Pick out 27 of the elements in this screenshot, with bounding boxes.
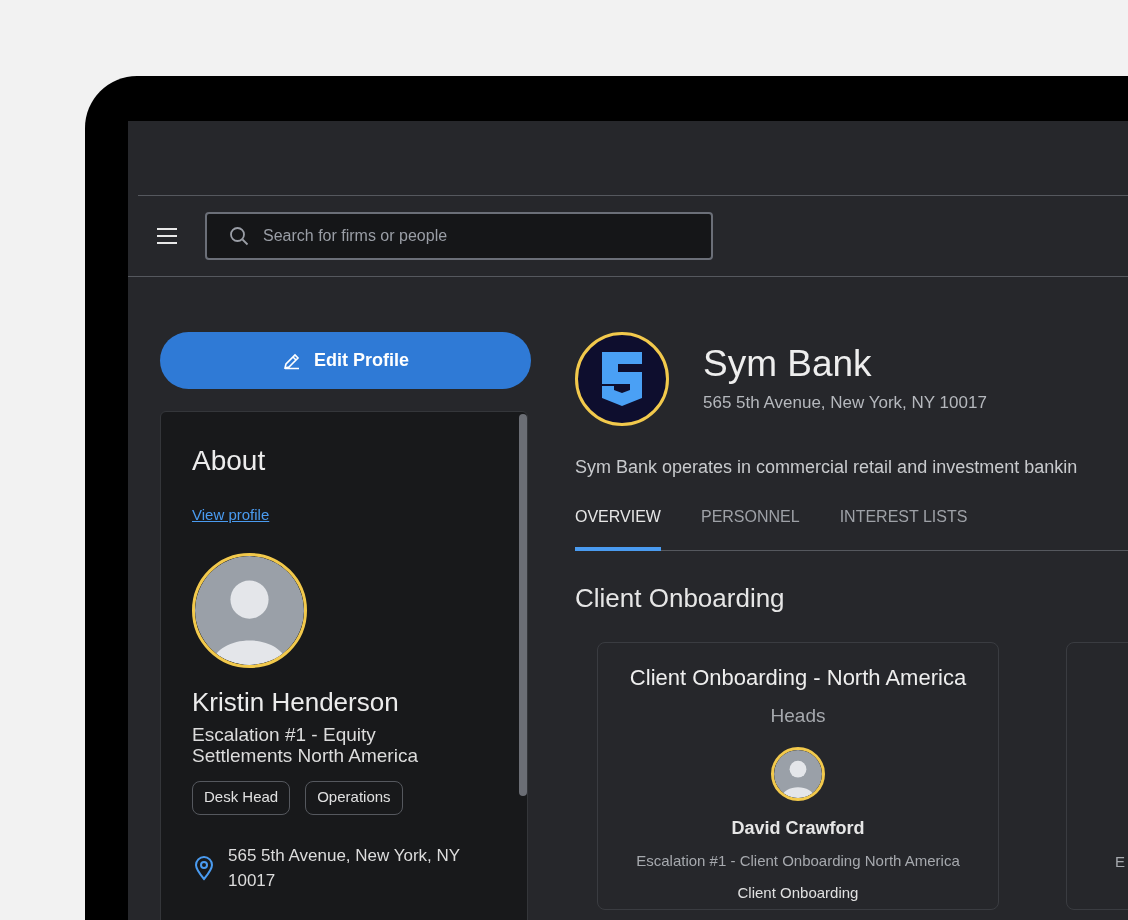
address-text: 565 5th Avenue, New York, NY 10017 (228, 844, 461, 892)
menu-icon[interactable] (155, 227, 179, 245)
about-title: About (192, 444, 267, 478)
tag: Operations (305, 780, 403, 815)
person-name: David Crawford (731, 816, 865, 840)
edit-profile-button[interactable]: Edit Profile (160, 332, 531, 389)
section-title: Client Onboarding (575, 582, 786, 615)
person-role: Escalation #1 - Equity Settlements North America (192, 723, 419, 766)
person-role: Escalation #1 - Client Onboarding North America (636, 850, 960, 871)
tab[interactable]: INTEREST LISTS (839, 505, 968, 551)
view-profile-link[interactable]: View profile (192, 504, 270, 527)
person-role: E (1115, 852, 1125, 872)
scrollbar-thumb[interactable] (519, 414, 527, 796)
firm-address: 565 5th Avenue, New York, NY 10017 (703, 392, 987, 415)
shield-s-logo-icon (600, 350, 644, 408)
team-label: Client Onboarding (737, 883, 859, 903)
card-subtitle: Heads (770, 704, 826, 728)
tab[interactable]: OVERVIEW (575, 505, 661, 551)
card-title: Client Onboarding - North America (629, 664, 967, 692)
firm-name: Sym Bank (703, 342, 873, 387)
tab[interactable]: PERSONNEL (700, 505, 800, 551)
search-icon (229, 226, 249, 246)
firm-description: Sym Bank operates in commercial retail and investment bankin (575, 456, 1079, 479)
location-pin-icon (192, 854, 216, 881)
person-name: Kristin Henderson (192, 685, 400, 718)
tag: Desk Head (192, 780, 291, 815)
search-field[interactable]: Search for firms or people (205, 212, 713, 260)
